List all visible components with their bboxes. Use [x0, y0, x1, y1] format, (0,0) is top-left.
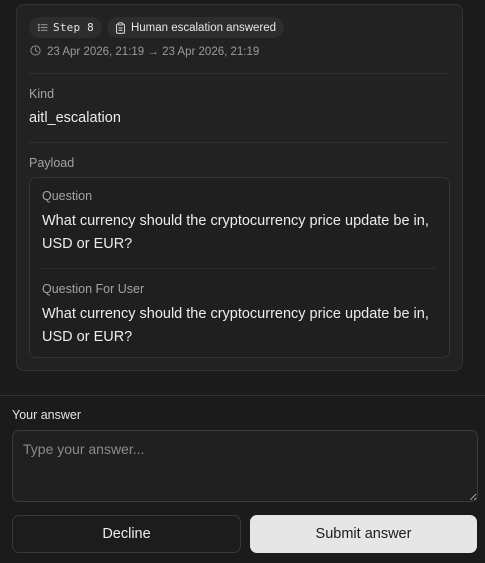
list-steps-icon: [37, 22, 48, 33]
submit-answer-button[interactable]: Submit answer: [250, 515, 477, 553]
kind-value: aitl_escalation: [29, 110, 121, 126]
status-badge: Human escalation answered: [106, 17, 285, 38]
status-label: Human escalation answered: [130, 21, 277, 34]
divider: [42, 268, 437, 269]
step-badge: Step 8: [29, 17, 102, 38]
question-label: Question: [42, 189, 93, 203]
payload-box: Question What currency should the crypto…: [29, 177, 450, 358]
question-for-user-value: What currency should the cryptocurrency …: [42, 306, 429, 345]
time-range-text: 23 Apr 2026, 21:19 → 23 Apr 2026, 21:19: [47, 46, 260, 58]
question-value: What currency should the cryptocurrency …: [42, 213, 429, 252]
payload-label: Payload: [29, 156, 75, 170]
decline-button[interactable]: Decline: [12, 515, 241, 553]
question-for-user-label: Question For User: [42, 282, 145, 296]
divider: [29, 142, 450, 143]
clock-icon: [30, 45, 41, 59]
answer-label: Your answer: [12, 408, 82, 422]
step-badges: Step 8 Human escalation answered: [29, 17, 285, 38]
time-range: 23 Apr 2026, 21:19 → 23 Apr 2026, 21:19: [30, 45, 259, 59]
kind-label: Kind: [29, 87, 55, 101]
clipboard-icon: [115, 21, 126, 34]
divider: [29, 73, 450, 74]
answer-input[interactable]: [12, 430, 478, 502]
step-label: Step 8: [53, 21, 94, 34]
step-card: Step 8 Human escalation answered 23 Apr …: [16, 4, 463, 371]
section-separator: [0, 395, 485, 396]
